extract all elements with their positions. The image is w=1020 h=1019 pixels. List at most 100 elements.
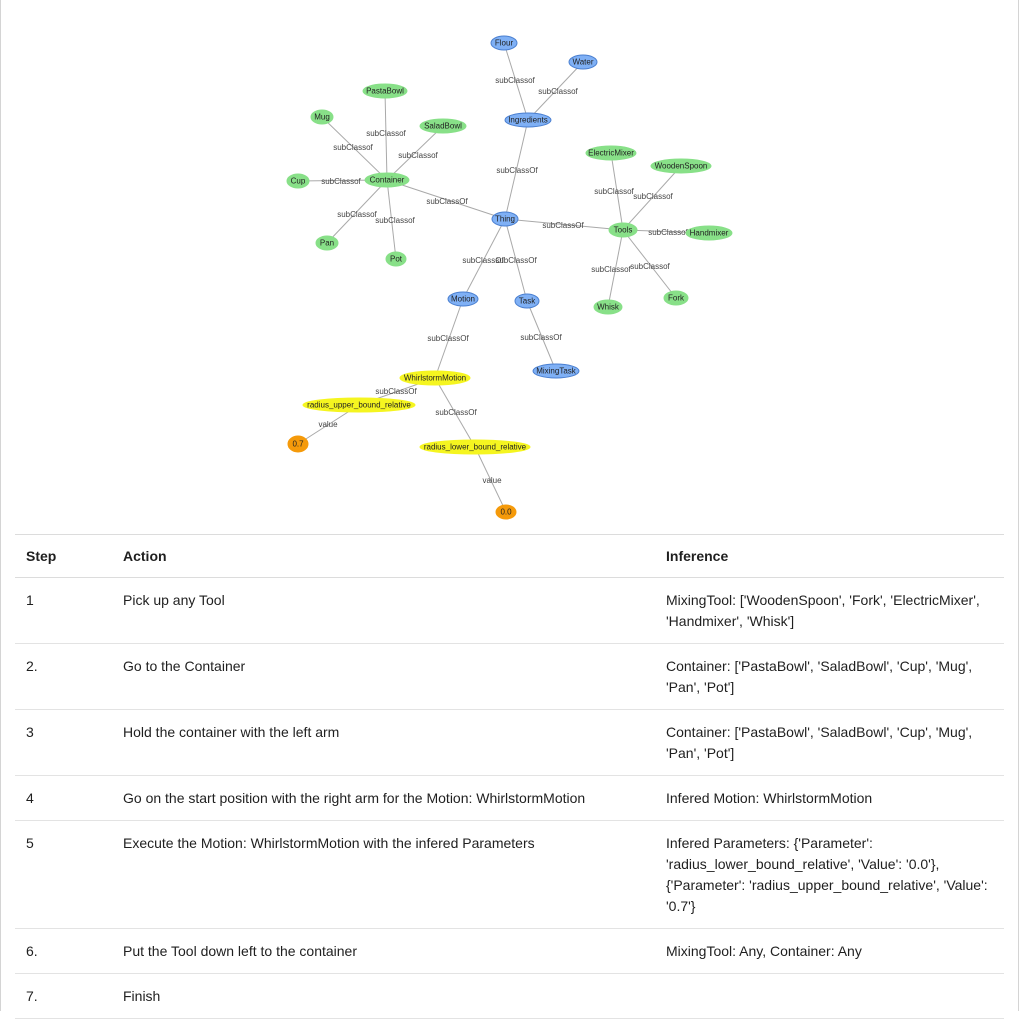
edge-label: subClassOf xyxy=(496,166,538,175)
node-label: WhirlstormMotion xyxy=(404,374,466,383)
inference-cell: Infered Motion: WhirlstormMotion xyxy=(655,775,1004,821)
edge-label: subClassof xyxy=(321,177,361,186)
inference-cell: Infered Parameters: {'Parameter': 'radiu… xyxy=(655,820,1004,929)
graph-nodes: Flour Water Ingredients PastaBowl Mug SaladBo… xyxy=(286,35,733,520)
graph-node[interactable]: Fork xyxy=(663,290,689,306)
node-label: PastaBowl xyxy=(366,87,404,96)
graph-node[interactable]: Pan xyxy=(315,235,339,251)
node-label: Container xyxy=(370,176,405,185)
step-cell: 2. xyxy=(15,643,112,710)
node-label: Whisk xyxy=(597,303,620,312)
node-label: Pot xyxy=(390,255,403,264)
graph-node[interactable]: Water xyxy=(568,54,598,70)
edge-label: subClassof xyxy=(366,129,406,138)
edge-label: subClassof xyxy=(538,87,578,96)
node-label: Motion xyxy=(451,295,475,304)
node-label: ElectricMixer xyxy=(588,149,634,158)
step-cell: 3 xyxy=(15,709,112,776)
edge-label: subClassof xyxy=(398,151,438,160)
edge-label: subClassof xyxy=(337,210,377,219)
edge-label: subClassof xyxy=(633,192,673,201)
node-label: Pan xyxy=(320,239,334,248)
table-row: 2. Go to the Container Container: ['Past… xyxy=(15,643,1004,710)
graph-node[interactable]: PastaBowl xyxy=(362,83,408,99)
header-step: Step xyxy=(15,534,112,578)
edge-label: subClassof xyxy=(495,76,535,85)
action-cell: Finish xyxy=(112,973,655,1019)
node-label: Tools xyxy=(614,226,633,235)
node-label: SaladBowl xyxy=(424,122,462,131)
table-row: 7. Finish xyxy=(15,973,1004,1019)
graph-node[interactable]: Tools xyxy=(608,222,638,238)
graph-node[interactable]: radius_upper_bound_relative xyxy=(302,397,416,413)
step-cell: 6. xyxy=(15,928,112,974)
inference-cell: MixingTool: ['WoodenSpoon', 'Fork', 'Ele… xyxy=(655,577,1004,644)
graph-node[interactable]: Mug xyxy=(310,109,334,125)
graph-node[interactable]: 0.7 xyxy=(287,435,309,453)
graph-node[interactable]: Task xyxy=(514,293,540,309)
graph-node[interactable]: Ingredients xyxy=(504,112,552,128)
node-label: Cup xyxy=(291,177,306,186)
graph-node[interactable]: Container xyxy=(364,172,410,188)
edge-label: value xyxy=(482,476,502,485)
header-action: Action xyxy=(112,534,655,578)
action-cell: Go on the start position with the right … xyxy=(112,775,655,821)
edge-label: subClassof xyxy=(375,216,415,225)
action-cell: Go to the Container xyxy=(112,643,655,710)
graph-node[interactable]: ElectricMixer xyxy=(585,145,637,161)
graph-node[interactable]: WhirlstormMotion xyxy=(399,370,471,386)
table-row: 4 Go on the start position with the righ… xyxy=(15,775,1004,821)
edge-label: subClassOf xyxy=(375,387,417,396)
node-label: radius_lower_bound_relative xyxy=(424,443,527,452)
edge-label: subClassof xyxy=(630,262,670,271)
graph-node[interactable]: Flour xyxy=(490,35,518,51)
graph-node[interactable]: Thing xyxy=(491,211,519,227)
node-label: Ingredients xyxy=(508,116,548,125)
node-label: MixingTask xyxy=(536,367,577,376)
edge-label: subClassOf xyxy=(520,333,562,342)
graph-node[interactable]: Whisk xyxy=(593,299,623,315)
table-row: 6. Put the Tool down left to the contain… xyxy=(15,928,1004,974)
edge-label: subClassof xyxy=(594,187,634,196)
inference-cell xyxy=(655,973,1004,1019)
edge-label: subClassof xyxy=(591,265,631,274)
inference-cell: MixingTool: Any, Container: Any xyxy=(655,928,1004,974)
graph-node[interactable]: MixingTask xyxy=(532,363,580,379)
table-row: 3 Hold the container with the left arm C… xyxy=(15,709,1004,776)
node-label: Handmixer xyxy=(690,229,729,238)
graph-node[interactable]: Cup xyxy=(286,173,310,189)
inference-cell: Container: ['PastaBowl', 'SaladBowl', 'C… xyxy=(655,643,1004,710)
step-cell: 1 xyxy=(15,577,112,644)
inference-cell: Container: ['PastaBowl', 'SaladBowl', 'C… xyxy=(655,709,1004,776)
table-header-row: Step Action Inference xyxy=(15,534,1004,578)
graph-node[interactable]: Motion xyxy=(447,291,479,307)
graph-node[interactable]: Pot xyxy=(385,251,407,267)
edge-label: subClassOf xyxy=(435,408,477,417)
table-row: 1 Pick up any Tool MixingTool: ['WoodenS… xyxy=(15,577,1004,644)
action-cell: Hold the container with the left arm xyxy=(112,709,655,776)
node-label: 0.0 xyxy=(500,508,512,517)
graph-node[interactable]: 0.0 xyxy=(495,504,517,520)
node-label: Fork xyxy=(668,294,685,303)
node-label: Water xyxy=(572,58,593,67)
edge-label: subClassOf xyxy=(427,334,469,343)
action-cell: Put the Tool down left to the container xyxy=(112,928,655,974)
steps-table: Step Action Inference 1 Pick up any Tool… xyxy=(15,534,1004,1019)
graph-node[interactable]: radius_lower_bound_relative xyxy=(419,439,531,455)
graph-node[interactable]: SaladBowl xyxy=(419,118,467,134)
node-label: 0.7 xyxy=(292,440,304,449)
edge-label: value xyxy=(318,420,338,429)
edge-label: subClassof xyxy=(333,143,373,152)
graph-node[interactable]: Handmixer xyxy=(685,225,733,241)
node-label: radius_upper_bound_relative xyxy=(307,401,411,410)
step-cell: 4 xyxy=(15,775,112,821)
node-label: Mug xyxy=(314,113,330,122)
step-cell: 5 xyxy=(15,820,112,929)
graph-node[interactable]: WoodenSpoon xyxy=(650,158,712,174)
knowledge-graph[interactable]: subClassofsubClassofsubClassOfsubClassof… xyxy=(0,0,1020,530)
edge-label: subClassOf xyxy=(495,256,537,265)
node-label: WoodenSpoon xyxy=(655,162,708,171)
node-label: Flour xyxy=(495,39,514,48)
edge-label: subClassof xyxy=(648,228,688,237)
edge-label: subClassOf xyxy=(426,197,468,206)
